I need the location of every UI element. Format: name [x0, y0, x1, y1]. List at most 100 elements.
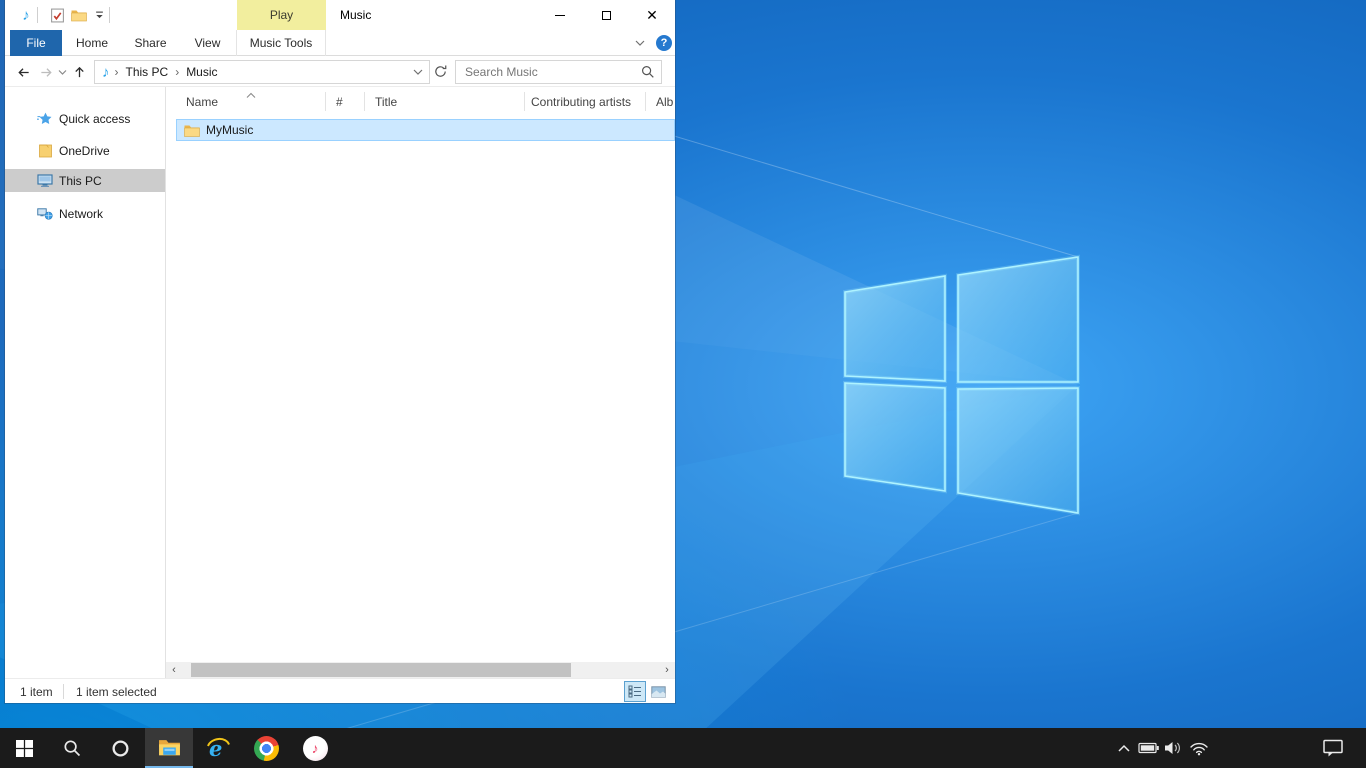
search-input[interactable]	[456, 61, 661, 83]
wifi-icon	[1189, 740, 1209, 756]
chevron-up-icon	[1117, 743, 1131, 753]
close-button[interactable]: ✕	[629, 0, 675, 30]
file-explorer-taskbar-button[interactable]	[145, 728, 193, 768]
scroll-left-icon[interactable]: ‹	[166, 662, 182, 678]
sidebar-item-label: Network	[59, 207, 103, 221]
chevron-down-icon	[634, 38, 646, 48]
file-list-pane: Name # Title Contributing artists Alb My…	[166, 87, 675, 678]
sidebar-item-label: This PC	[59, 174, 102, 188]
search-icon	[63, 739, 82, 758]
internet-explorer-button[interactable]: e	[194, 728, 242, 768]
horizontal-scrollbar[interactable]: ‹ ›	[166, 662, 675, 678]
cortana-button[interactable]	[96, 728, 144, 768]
expand-ribbon-button[interactable]	[634, 37, 648, 49]
refresh-icon	[433, 64, 448, 79]
status-bar: 1 item 1 item selected	[5, 678, 675, 703]
sidebar-item-onedrive[interactable]: OneDrive	[5, 139, 165, 162]
recent-locations-button[interactable]	[55, 62, 69, 82]
tab-file[interactable]: File	[10, 30, 62, 56]
sort-ascending-icon	[246, 88, 256, 102]
details-view-button[interactable]	[624, 681, 646, 702]
minimize-button[interactable]	[537, 0, 583, 30]
qat-separator	[37, 7, 38, 23]
start-button[interactable]	[0, 728, 48, 768]
minimize-icon	[555, 15, 565, 16]
column-separator[interactable]	[524, 92, 525, 111]
file-row-mymusic[interactable]: MyMusic	[176, 119, 675, 141]
column-header-title[interactable]: Title	[375, 87, 397, 116]
selection-count: 1 item selected	[76, 685, 157, 699]
battery-tray-button[interactable]	[1136, 728, 1162, 768]
arrow-right-icon	[38, 65, 55, 80]
window-title: Music	[340, 8, 371, 22]
internet-explorer-icon: e	[205, 735, 231, 761]
large-icons-view-button[interactable]	[647, 681, 669, 702]
speaker-icon	[1163, 740, 1183, 756]
action-center-icon	[1322, 738, 1344, 758]
location-music-icon: ♪	[95, 65, 110, 80]
sidebar-item-quick-access[interactable]: Quick access	[5, 107, 165, 130]
tab-view[interactable]: View	[179, 30, 236, 56]
refresh-button[interactable]	[433, 64, 449, 80]
battery-icon	[1138, 741, 1160, 755]
title-bar: ♪ Play Music ✕	[5, 0, 675, 30]
details-view-icon	[628, 685, 642, 698]
sidebar-item-this-pc[interactable]: This PC	[5, 169, 165, 192]
up-button[interactable]	[69, 62, 89, 82]
cortana-icon	[111, 739, 130, 758]
scroll-right-icon[interactable]: ›	[659, 662, 675, 678]
itunes-button[interactable]: ♪	[291, 728, 339, 768]
wifi-tray-button[interactable]	[1186, 728, 1212, 768]
qat-separator	[109, 7, 110, 23]
file-explorer-window: ♪ Play Music ✕ File Ho	[5, 0, 675, 703]
search-box[interactable]	[455, 60, 662, 84]
sidebar-item-network[interactable]: Network	[5, 202, 165, 225]
properties-button[interactable]	[47, 5, 67, 25]
column-header-number[interactable]: #	[336, 87, 343, 116]
maximize-icon	[602, 11, 611, 20]
arrow-left-icon	[15, 65, 32, 80]
tab-music-tools[interactable]: Music Tools	[236, 30, 326, 56]
column-header-contributing-artists[interactable]: Contributing artists	[531, 87, 631, 116]
address-dropdown-button[interactable]	[413, 65, 429, 79]
show-hidden-icons-button[interactable]	[1112, 728, 1136, 768]
new-folder-icon	[71, 9, 87, 22]
file-explorer-icon	[158, 738, 181, 757]
scrollbar-thumb[interactable]	[191, 663, 571, 677]
taskbar: e ♪	[0, 728, 1366, 768]
contextual-tab-play[interactable]: Play	[237, 0, 326, 30]
tab-share[interactable]: Share	[122, 30, 179, 56]
chevron-down-icon	[58, 69, 67, 76]
help-button[interactable]: ?	[656, 35, 672, 51]
action-center-button[interactable]	[1318, 728, 1348, 768]
tab-home[interactable]: Home	[62, 30, 122, 56]
address-bar[interactable]: ♪ › This PC › Music	[94, 60, 430, 84]
chrome-icon	[254, 736, 279, 761]
breadcrumb-chevron-icon: ›	[170, 65, 184, 79]
maximize-button[interactable]	[583, 0, 629, 30]
sidebar-item-label: Quick access	[59, 112, 130, 126]
folder-icon	[184, 124, 200, 140]
column-separator[interactable]	[364, 92, 365, 111]
properties-check-icon	[50, 8, 65, 23]
search-icon	[641, 65, 655, 82]
file-name: MyMusic	[206, 123, 253, 137]
new-folder-button[interactable]	[69, 5, 89, 25]
folder-icon	[37, 143, 53, 159]
network-icon	[37, 206, 53, 222]
column-header-album[interactable]: Alb	[656, 87, 673, 116]
column-separator[interactable]	[325, 92, 326, 111]
breadcrumb-this-pc[interactable]: This PC	[124, 65, 171, 79]
forward-button[interactable]	[36, 62, 56, 82]
back-button[interactable]	[13, 62, 33, 82]
customize-toolbar-button[interactable]	[89, 5, 109, 25]
navigation-bar: ♪ › This PC › Music	[5, 57, 675, 87]
windows-start-icon	[16, 740, 33, 757]
volume-tray-button[interactable]	[1160, 728, 1186, 768]
search-button[interactable]	[48, 728, 96, 768]
column-separator[interactable]	[645, 92, 646, 111]
breadcrumb-music[interactable]: Music	[184, 65, 219, 79]
chrome-button[interactable]	[242, 728, 290, 768]
arrow-up-icon	[72, 64, 87, 80]
column-header-name[interactable]: Name	[186, 87, 218, 116]
